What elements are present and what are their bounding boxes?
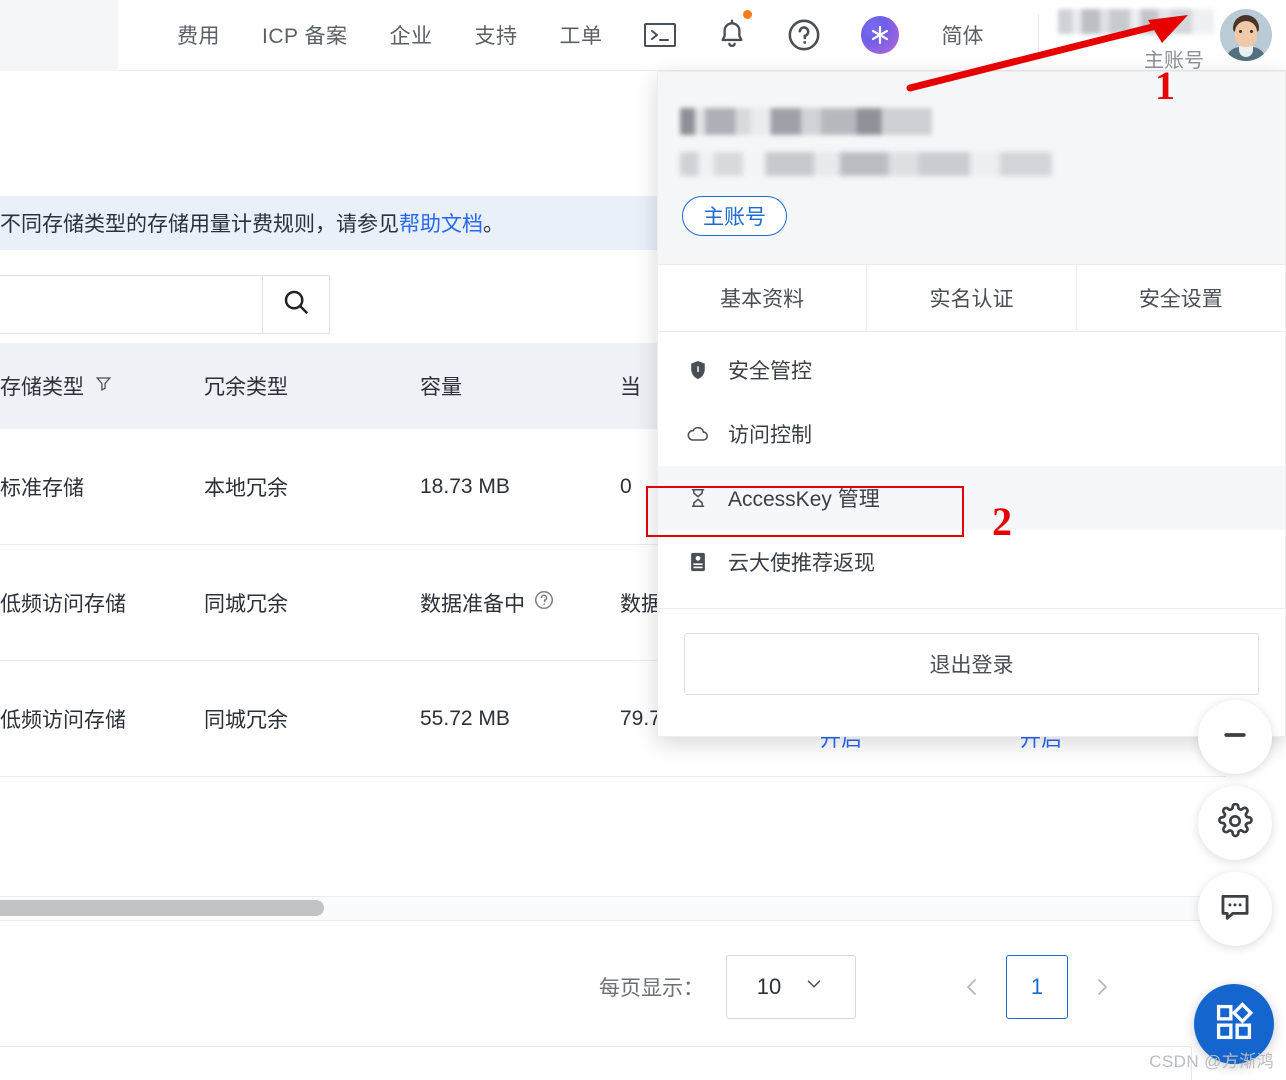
account-type-chip[interactable]: 主账号 (682, 196, 787, 236)
menu-item-label: AccessKey 管理 (728, 488, 880, 511)
notification-badge-dot (743, 10, 753, 19)
pagination-prev-button[interactable] (946, 955, 998, 1019)
key-icon (686, 487, 710, 509)
col-label-capacity: 容量 (420, 376, 462, 399)
nav-link-enterprise[interactable]: 企业 (368, 20, 453, 50)
menu-item-label: 访问控制 (728, 424, 812, 447)
per-page-value: 10 (756, 974, 782, 999)
collapse-fab[interactable] (1198, 700, 1272, 774)
info-banner-suffix: 。 (483, 213, 504, 236)
search-input[interactable] (0, 275, 262, 334)
search-box (0, 275, 330, 334)
menu-item-cloud-ambassador[interactable]: 云大使推荐返现 (658, 530, 1285, 594)
cell-capacity: 18.73 MB (420, 474, 510, 498)
pagination-next-button[interactable] (1076, 955, 1128, 1019)
menu-item-label: 安全管控 (728, 360, 812, 383)
nav-link-support[interactable]: 支持 (453, 20, 538, 50)
filter-icon[interactable] (94, 374, 113, 399)
gear-icon (1217, 802, 1253, 844)
settings-fab[interactable] (1198, 786, 1272, 860)
tab-real-name[interactable]: 实名认证 (867, 265, 1077, 331)
search-button[interactable] (262, 275, 330, 334)
per-page-select[interactable]: 10 (726, 955, 856, 1019)
logo-placeholder[interactable] (0, 0, 118, 71)
language-switcher[interactable]: 简体 (919, 20, 1005, 50)
cell-capacity-text: 数据准备中 (420, 592, 525, 616)
cloud-shell-icon[interactable] (623, 20, 697, 50)
minus-icon (1220, 720, 1250, 755)
menu-item-label: 云大使推荐返现 (728, 552, 875, 575)
info-banner-text: 不同存储类型的存储用量计费规则，请参见 (0, 213, 399, 236)
ai-assistant-icon[interactable] (841, 16, 919, 54)
annotation-step-1: 1 (1155, 63, 1175, 108)
per-page-label: 每页显示： (599, 977, 704, 1000)
cell-storage-type: 低频访问存储 (0, 592, 126, 616)
cell-redundancy: 同城冗余 (204, 592, 288, 616)
menu-item-access-control[interactable]: 访问控制 (658, 402, 1285, 466)
annotation-step-2: 2 (992, 499, 1012, 544)
ai-orb (861, 16, 900, 54)
account-dropdown-menu: 主账号 基本资料 实名认证 安全设置 安全管控 访问控制 AccessKey 管… (657, 71, 1286, 737)
shield-icon (686, 359, 710, 381)
logout-button[interactable]: 退出登录 (684, 633, 1259, 695)
account-zone[interactable]: 主账号 (1034, 0, 1286, 72)
menu-item-security-control[interactable]: 安全管控 (658, 338, 1285, 402)
table-header-cell-redundancy: 冗余类型 (204, 376, 288, 399)
account-subtitle-masked (680, 152, 1052, 176)
tab-basic-info[interactable]: 基本资料 (658, 265, 868, 331)
col-label-storage-type: 存储类型 (0, 376, 84, 399)
avatar-eye-left (1239, 30, 1242, 33)
nav-links: 费用 ICP 备案 企业 支持 工单 简体 (156, 10, 1005, 54)
question-circle-icon[interactable] (767, 18, 841, 52)
apps-fab[interactable] (1194, 984, 1274, 1064)
account-divider (1038, 14, 1039, 56)
chat-icon (1218, 890, 1252, 929)
bottom-panel (0, 1046, 1192, 1080)
cell-redundancy: 本地冗余 (204, 476, 288, 500)
top-navigation-bar: 费用 ICP 备案 企业 支持 工单 简体 主账号 (0, 0, 1286, 72)
nav-link-icp[interactable]: ICP 备案 (241, 20, 368, 50)
dropdown-header: 主账号 (658, 72, 1285, 264)
avatar-face (1235, 21, 1257, 47)
help-doc-link[interactable]: 帮助文档 (399, 208, 483, 238)
table-header-cell-storage-type: 存储类型 (0, 371, 204, 401)
tab-security-settings[interactable]: 安全设置 (1077, 265, 1285, 331)
account-name-masked (1058, 9, 1214, 34)
menu-item-accesskey-management[interactable]: AccessKey 管理 (658, 466, 1285, 530)
cell-storage-type: 标准存储 (0, 476, 84, 500)
nav-link-billing[interactable]: 费用 (156, 20, 241, 50)
chevron-down-icon (803, 973, 825, 1001)
account-id-masked (680, 108, 932, 135)
feedback-fab[interactable] (1198, 872, 1272, 946)
dropdown-divider (658, 608, 1285, 609)
apps-grid-icon (1213, 1001, 1255, 1048)
dropdown-tabs: 基本资料 实名认证 安全设置 (658, 264, 1285, 332)
bell-icon[interactable] (697, 10, 767, 51)
search-icon (281, 287, 311, 322)
cell-storage-type: 低频访问存储 (0, 708, 126, 732)
cell-redundancy: 同城冗余 (204, 708, 288, 732)
avatar-eye-right (1250, 30, 1253, 33)
cell-capacity: 55.72 MB (420, 706, 510, 730)
dropdown-menu-list: 安全管控 访问控制 AccessKey 管理 云大使推荐返现 退出登录 (658, 332, 1285, 695)
help-circle-icon[interactable] (533, 589, 555, 617)
pagination-page-1[interactable]: 1 (1006, 955, 1068, 1019)
horizontal-scrollbar-thumb[interactable] (0, 900, 324, 916)
avatar[interactable] (1220, 9, 1272, 61)
app-root: 不同存储类型的存储用量计费规则，请参见 帮助文档。 存储类型 冗余类型 容量 当… (0, 0, 1286, 1080)
badge-icon (686, 551, 710, 573)
cloud-icon (686, 423, 710, 445)
nav-link-ticket[interactable]: 工单 (538, 20, 623, 50)
table-header-cell-capacity: 容量 (420, 371, 620, 401)
cell-capacity: 数据准备中 (420, 588, 620, 618)
pagination: 每页显示： 10 1 (0, 937, 1204, 1037)
